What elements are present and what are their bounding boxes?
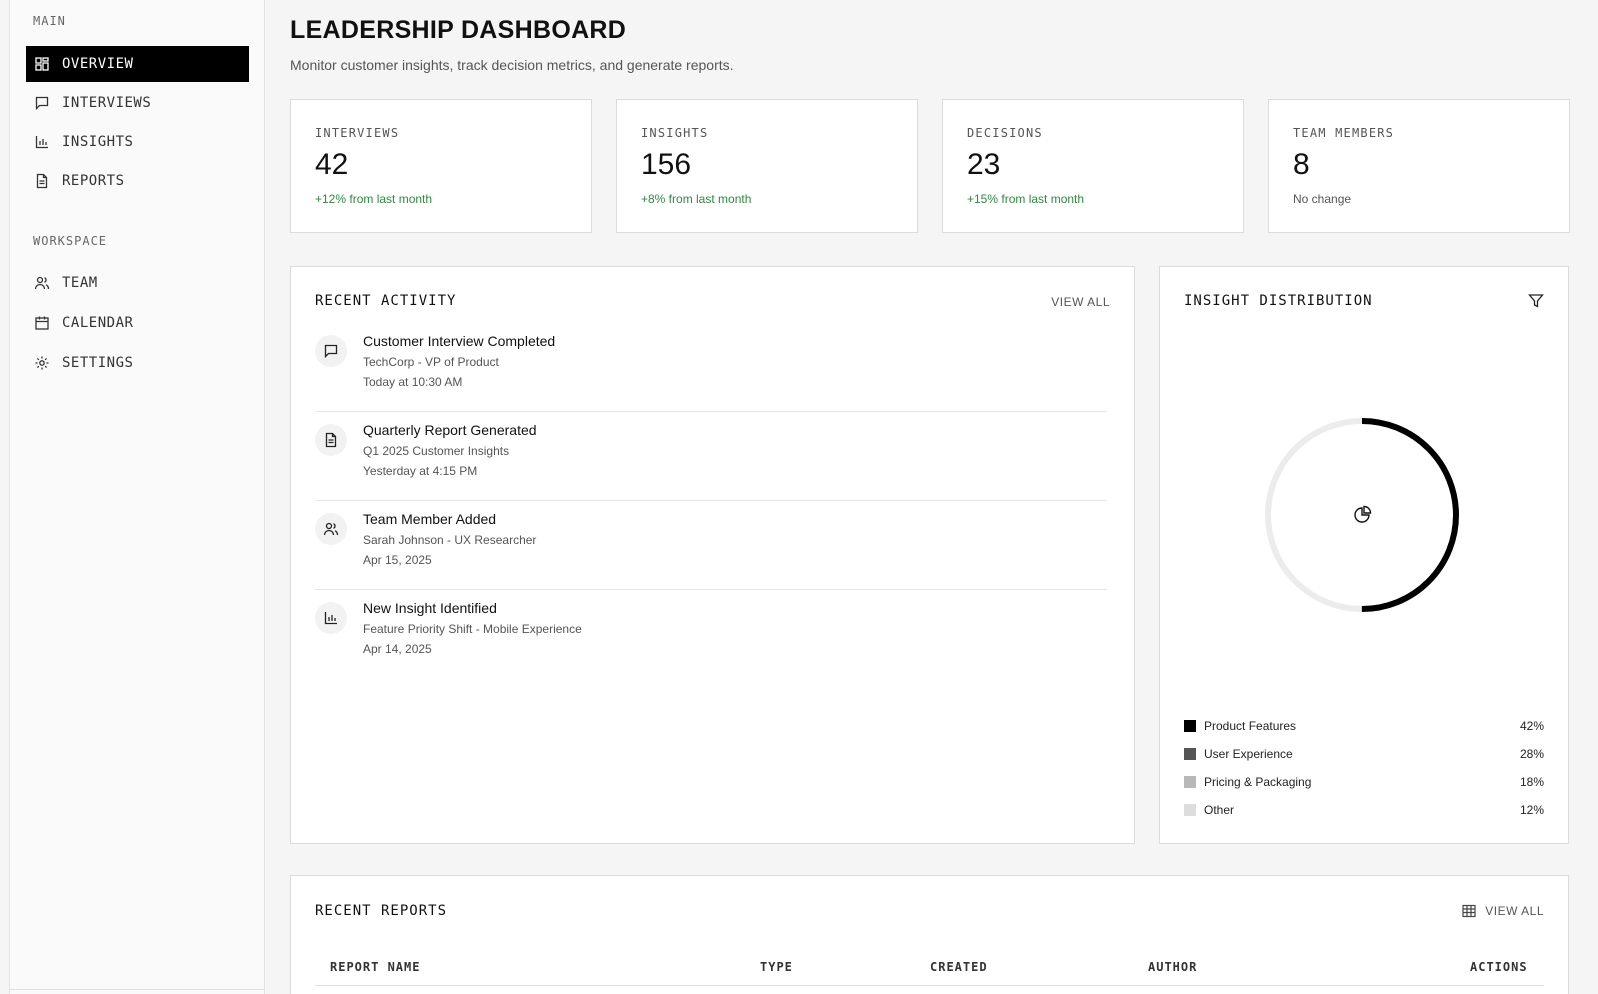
stat-label: DECISIONS: [967, 126, 1043, 140]
stat-value: 23: [967, 148, 1001, 181]
activity-subtitle: Sarah Johnson - UX Researcher: [363, 533, 537, 547]
stat-card-insights: INSIGHTS 156 +8% from last month: [616, 99, 918, 233]
stat-value: 8: [1293, 148, 1310, 181]
sidebar-item-reports[interactable]: REPORTS: [26, 163, 249, 199]
sidebar-item-label: CALENDAR: [62, 315, 134, 331]
insight-distribution-panel: INSIGHT DISTRIBUTION Product Features 42…: [1159, 266, 1569, 844]
activity-subtitle: TechCorp - VP of Product: [363, 355, 499, 369]
gear-icon: [34, 355, 50, 371]
legend-item: Other 12%: [1184, 800, 1544, 820]
legend-percent: 42%: [1519, 719, 1544, 733]
bar-chart-icon: [315, 602, 347, 634]
stat-change: +8% from last month: [641, 192, 752, 206]
activity-subtitle: Feature Priority Shift - Mobile Experien…: [363, 622, 582, 636]
page-subtitle: Monitor customer insights, track decisio…: [290, 57, 734, 73]
page-title-light: LEADERSHIP: [290, 16, 454, 44]
file-text-icon: [315, 424, 347, 456]
reports-view-all-label: VIEW ALL: [1485, 904, 1544, 918]
legend-label: Pricing & Packaging: [1204, 775, 1312, 789]
sidebar-divider: [10, 989, 264, 990]
column-header-type[interactable]: TYPE: [760, 960, 793, 974]
file-text-icon: [34, 173, 50, 189]
legend-item: User Experience 28%: [1184, 744, 1544, 764]
activity-time: Today at 10:30 AM: [363, 375, 463, 389]
column-header-author[interactable]: AUTHOR: [1148, 960, 1197, 974]
legend-swatch: [1184, 804, 1196, 816]
stat-card-interviews: INTERVIEWS 42 +12% from last month: [290, 99, 592, 233]
legend-swatch: [1184, 776, 1196, 788]
sidebar-item-label: OVERVIEW: [62, 56, 134, 72]
page-title: LEADERSHIP DASHBOARD: [290, 16, 626, 45]
users-icon: [34, 275, 50, 291]
legend-label: Product Features: [1204, 719, 1297, 733]
activity-time: Apr 14, 2025: [363, 642, 432, 656]
bar-chart-icon: [34, 134, 50, 150]
sidebar-item-interviews[interactable]: INTERVIEWS: [26, 85, 249, 121]
stat-value: 42: [315, 148, 349, 181]
legend-percent: 18%: [1519, 775, 1544, 789]
page-title-bold: DASHBOARD: [460, 16, 627, 44]
activity-title: Team Member Added: [363, 511, 497, 527]
legend-label: Other: [1204, 803, 1235, 817]
sidebar-item-label: INTERVIEWS: [62, 95, 152, 111]
insight-distribution-title: INSIGHT DISTRIBUTION: [1184, 293, 1373, 309]
stat-label: INSIGHTS: [641, 126, 709, 140]
workspace-section-label: WORKSPACE: [33, 234, 108, 248]
recent-reports-panel: RECENT REPORTS VIEW ALL: [290, 875, 1569, 994]
message-square-icon: [34, 95, 50, 111]
sidebar-item-team[interactable]: TEAM: [26, 265, 249, 301]
activity-item[interactable]: Team Member Added Sarah Johnson - UX Res…: [315, 501, 1107, 590]
sidebar-item-settings[interactable]: SETTINGS: [26, 345, 249, 381]
activity-title: New Insight Identified: [363, 600, 497, 616]
legend-swatch: [1184, 720, 1196, 732]
activity-view-all-link[interactable]: VIEW ALL: [1051, 295, 1110, 309]
recent-activity-panel: RECENT ACTIVITY VIEW ALL Customer Interv…: [290, 266, 1135, 844]
recent-reports-title: RECENT REPORTS: [315, 903, 448, 919]
legend-swatch: [1184, 748, 1196, 760]
stat-change: +15% from last month: [967, 192, 1085, 206]
dashboard-icon: [34, 56, 50, 72]
stat-change: +12% from last month: [315, 192, 433, 206]
stat-change: No change: [1293, 192, 1352, 206]
table-icon: [1461, 903, 1477, 919]
activity-item[interactable]: Quarterly Report Generated Q1 2025 Custo…: [315, 412, 1107, 501]
stat-value: 156: [641, 148, 692, 181]
stat-card-team-members: TEAM MEMBERS 8 No change: [1268, 99, 1570, 233]
legend-item: Pricing & Packaging 18%: [1184, 772, 1544, 792]
sidebar-item-label: REPORTS: [62, 173, 125, 189]
stat-card-decisions: DECISIONS 23 +15% from last month: [942, 99, 1244, 233]
sidebar-item-label: TEAM: [62, 275, 98, 291]
activity-item[interactable]: Customer Interview Completed TechCorp - …: [315, 323, 1107, 412]
legend-percent: 28%: [1519, 747, 1544, 761]
message-square-icon: [315, 335, 347, 367]
sidebar-item-insights[interactable]: INSIGHTS: [26, 124, 249, 160]
activity-time: Apr 15, 2025: [363, 553, 432, 567]
sidebar: MAIN OVERVIEW INTERVIEWS INSIGHTS REPORT…: [9, 0, 265, 994]
column-header-created[interactable]: CREATED: [930, 960, 988, 974]
recent-activity-title: RECENT ACTIVITY: [315, 293, 457, 309]
stat-label: INTERVIEWS: [315, 126, 400, 140]
activity-title: Customer Interview Completed: [363, 333, 556, 349]
activity-subtitle: Q1 2025 Customer Insights: [363, 444, 510, 458]
legend-label: User Experience: [1204, 747, 1293, 761]
column-header-actions[interactable]: ACTIONS: [1470, 960, 1528, 974]
main-section-label: MAIN: [33, 14, 66, 28]
activity-time: Yesterday at 4:15 PM: [363, 464, 478, 478]
calendar-icon: [34, 315, 50, 331]
activity-title: Quarterly Report Generated: [363, 422, 537, 438]
legend-item: Product Features 42%: [1184, 716, 1544, 736]
sidebar-item-calendar[interactable]: CALENDAR: [26, 305, 249, 341]
reports-view-all-link[interactable]: VIEW ALL: [1461, 903, 1544, 919]
stat-label: TEAM MEMBERS: [1293, 126, 1395, 140]
users-icon: [315, 513, 347, 545]
filter-icon[interactable]: [1528, 293, 1544, 309]
activity-item[interactable]: New Insight Identified Feature Priority …: [315, 590, 1107, 679]
table-header-divider: [315, 985, 1544, 986]
sidebar-item-label: SETTINGS: [62, 355, 134, 371]
legend-percent: 12%: [1519, 803, 1544, 817]
sidebar-item-label: INSIGHTS: [62, 134, 134, 150]
pie-chart-icon: [1352, 505, 1372, 525]
column-header-report-name[interactable]: REPORT NAME: [330, 960, 420, 974]
sidebar-item-overview[interactable]: OVERVIEW: [26, 46, 249, 82]
